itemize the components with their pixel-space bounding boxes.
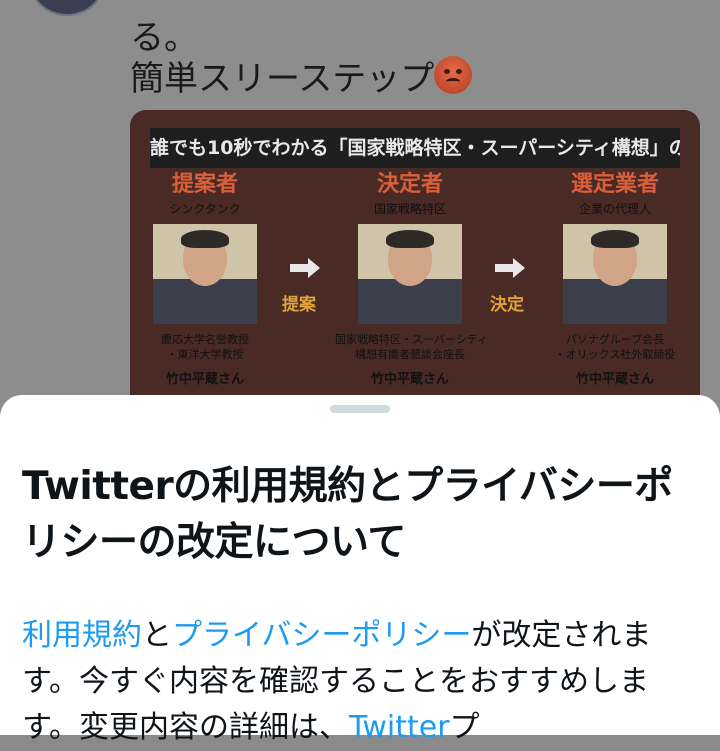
- arrow-label: 提案: [282, 295, 316, 315]
- image-banner: 誰でも10秒でわかる「国家戦略特区・スーパーシティ構想」の仕組み: [150, 128, 680, 168]
- role-desc: ・オリックス社外取締役: [554, 348, 676, 361]
- policy-bottom-sheet: Twitterの利用規約とプライバシーポリシーの改定について 利用規約とプライバ…: [0, 395, 720, 745]
- role-sub: 企業の代理人: [578, 202, 651, 216]
- role-desc: 構想有識者懇談会座長: [355, 348, 465, 361]
- angry-face-icon: [434, 56, 473, 94]
- decider-column: 決定者 国家戦略特区 国家戦略特区・スーパーシティ 構想有識者懇談会座長 竹中平…: [335, 170, 489, 387]
- role-desc: パソナグループ会長: [565, 333, 665, 346]
- tweet-image[interactable]: 誰でも10秒でわかる「国家戦略特区・スーパーシティ構想」の仕組み 提案者 シンク…: [130, 110, 700, 440]
- tweet-text-line1: る。: [130, 18, 198, 58]
- twitter-link[interactable]: Twitter: [349, 710, 450, 745]
- body-text: と: [142, 618, 172, 653]
- portrait-photo: [153, 224, 257, 324]
- sheet-drag-handle[interactable]: [330, 405, 390, 413]
- person-name: 竹中平蔵さん: [165, 372, 244, 387]
- selector-column: 選定業者 企業の代理人 パソナグループ会長 ・オリックス社外取締役 竹中平蔵さん: [540, 170, 690, 387]
- privacy-policy-link[interactable]: プライバシーポリシー: [172, 618, 471, 653]
- proposer-column: 提案者 シンクタンク 慶応大学名誉教授 ・東洋大学教授 竹中平蔵さん: [130, 170, 280, 387]
- tweet-text: 簡単スリーステップ: [130, 59, 435, 99]
- portrait-photo: [563, 224, 667, 324]
- arrow-right-icon: [290, 258, 320, 278]
- body-text: プ: [449, 710, 480, 745]
- role-title: 選定業者: [570, 172, 659, 197]
- role-desc: 国家戦略特区・スーパーシティ: [335, 333, 489, 346]
- role-sub: 国家戦略特区: [373, 202, 446, 216]
- role-desc: ・東洋大学教授: [166, 348, 244, 361]
- role-title: 決定者: [376, 172, 443, 197]
- person-name: 竹中平蔵さん: [575, 372, 654, 387]
- sheet-title: Twitterの利用規約とプライバシーポリシーの改定について: [22, 464, 673, 565]
- avatar[interactable]: [30, 0, 104, 16]
- terms-link[interactable]: 利用規約: [22, 618, 142, 653]
- role-desc: 慶応大学名誉教授: [161, 333, 249, 346]
- sheet-body: 利用規約とプライバシーポリシーが改定されます。今すぐ内容を確認することをおすすめ…: [22, 613, 702, 751]
- portrait-photo: [358, 224, 462, 324]
- tweet-text-line2: 簡単スリーステップ: [130, 56, 473, 99]
- role-sub: シンクタンク: [169, 202, 241, 216]
- arrow-right-icon: [495, 258, 525, 278]
- person-name: 竹中平蔵さん: [370, 372, 449, 387]
- arrow-label: 決定: [490, 295, 524, 315]
- role-title: 提案者: [171, 172, 238, 197]
